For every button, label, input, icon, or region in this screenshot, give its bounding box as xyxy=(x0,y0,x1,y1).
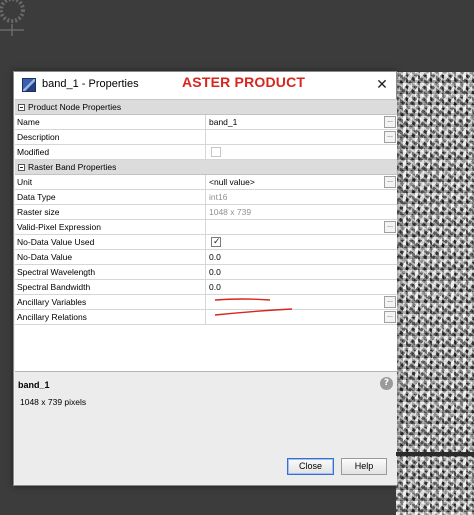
section-label: Raster Band Properties xyxy=(28,162,117,172)
background-logo-icon xyxy=(0,0,25,36)
property-value[interactable]: band_1 xyxy=(209,117,237,127)
property-name: Modified xyxy=(17,147,50,157)
property-name: No-Data Value xyxy=(17,252,73,262)
property-name: No-Data Value Used xyxy=(17,237,95,247)
property-row-modified[interactable]: Modified xyxy=(15,145,397,160)
property-name: Raster size xyxy=(17,207,60,217)
modified-checkbox xyxy=(211,147,221,157)
section-raster-band-properties[interactable]: Raster Band Properties xyxy=(15,160,397,175)
red-underline-annotation xyxy=(214,308,293,316)
ellipsis-button[interactable]: ... xyxy=(384,116,396,128)
property-value[interactable]: 0.0 xyxy=(209,267,221,277)
no-data-used-checkbox[interactable]: ✓ xyxy=(211,236,221,247)
property-name: Data Type xyxy=(17,192,56,202)
question-circle-icon[interactable]: ? xyxy=(380,377,393,390)
property-name: Spectral Wavelength xyxy=(17,267,96,277)
description-text: 1048 x 739 pixels xyxy=(20,397,87,407)
property-name: Ancillary Variables xyxy=(17,297,87,307)
property-value[interactable]: <null value> xyxy=(209,177,255,187)
close-button[interactable]: Close xyxy=(287,458,334,475)
property-row-raster-size: Raster size 1048 x 739 xyxy=(15,205,397,220)
checkmark-icon: ✓ xyxy=(213,236,221,246)
view-status-strip xyxy=(396,452,474,456)
aster-product-annotation: ASTER PRODUCT xyxy=(182,74,306,90)
property-name: Unit xyxy=(17,177,33,187)
property-table: Product Node Properties Name band_1 ... … xyxy=(15,99,397,371)
property-value: 1048 x 739 xyxy=(209,207,252,217)
property-row-ancillary-relations[interactable]: Ancillary Relations ... xyxy=(15,310,397,325)
property-row-ancillary-variables[interactable]: Ancillary Variables ... xyxy=(15,295,397,310)
property-name: Description xyxy=(17,132,60,142)
ellipsis-button[interactable]: ... xyxy=(384,221,396,233)
property-row-spectral-wavelength[interactable]: Spectral Wavelength 0.0 xyxy=(15,265,397,280)
property-row-unit[interactable]: Unit <null value> ... xyxy=(15,175,397,190)
dialog-titlebar[interactable]: band_1 - Properties ASTER PRODUCT ✕ xyxy=(14,72,396,99)
property-name: Name xyxy=(17,117,40,127)
section-label: Product Node Properties xyxy=(28,102,122,112)
ellipsis-button[interactable]: ... xyxy=(384,176,396,188)
properties-dialog: band_1 - Properties ASTER PRODUCT ✕ Prod… xyxy=(13,71,397,486)
close-icon[interactable]: ✕ xyxy=(372,75,392,95)
dialog-title: band_1 - Properties xyxy=(42,78,139,90)
description-title: band_1 xyxy=(18,380,50,390)
ellipsis-button[interactable]: ... xyxy=(384,131,396,143)
raster-image-view[interactable] xyxy=(396,72,474,515)
ellipsis-button[interactable]: ... xyxy=(384,311,396,323)
property-row-description[interactable]: Description ... xyxy=(15,130,397,145)
section-product-node-properties[interactable]: Product Node Properties xyxy=(15,100,397,115)
property-value: int16 xyxy=(209,192,228,202)
ellipsis-button[interactable]: ... xyxy=(384,296,396,308)
help-button[interactable]: Help xyxy=(341,458,387,475)
red-underline-annotation xyxy=(214,298,271,301)
band-icon xyxy=(22,78,36,92)
property-row-no-data-value[interactable]: No-Data Value 0.0 xyxy=(15,250,397,265)
property-value[interactable]: 0.0 xyxy=(209,252,221,262)
description-panel: band_1 1048 x 739 pixels ? Close Help xyxy=(15,371,397,485)
property-row-valid-pixel-expression[interactable]: Valid-Pixel Expression ... xyxy=(15,220,397,235)
property-name: Spectral Bandwidth xyxy=(17,282,91,292)
property-row-no-data-value-used[interactable]: No-Data Value Used ✓ xyxy=(15,235,397,250)
property-row-spectral-bandwidth[interactable]: Spectral Bandwidth 0.0 xyxy=(15,280,397,295)
property-row-data-type: Data Type int16 xyxy=(15,190,397,205)
property-value[interactable]: 0.0 xyxy=(209,282,221,292)
collapse-icon[interactable] xyxy=(18,104,25,111)
property-name: Valid-Pixel Expression xyxy=(17,222,101,232)
collapse-icon[interactable] xyxy=(18,164,25,171)
property-name: Ancillary Relations xyxy=(17,312,87,322)
property-row-name[interactable]: Name band_1 ... xyxy=(15,115,397,130)
